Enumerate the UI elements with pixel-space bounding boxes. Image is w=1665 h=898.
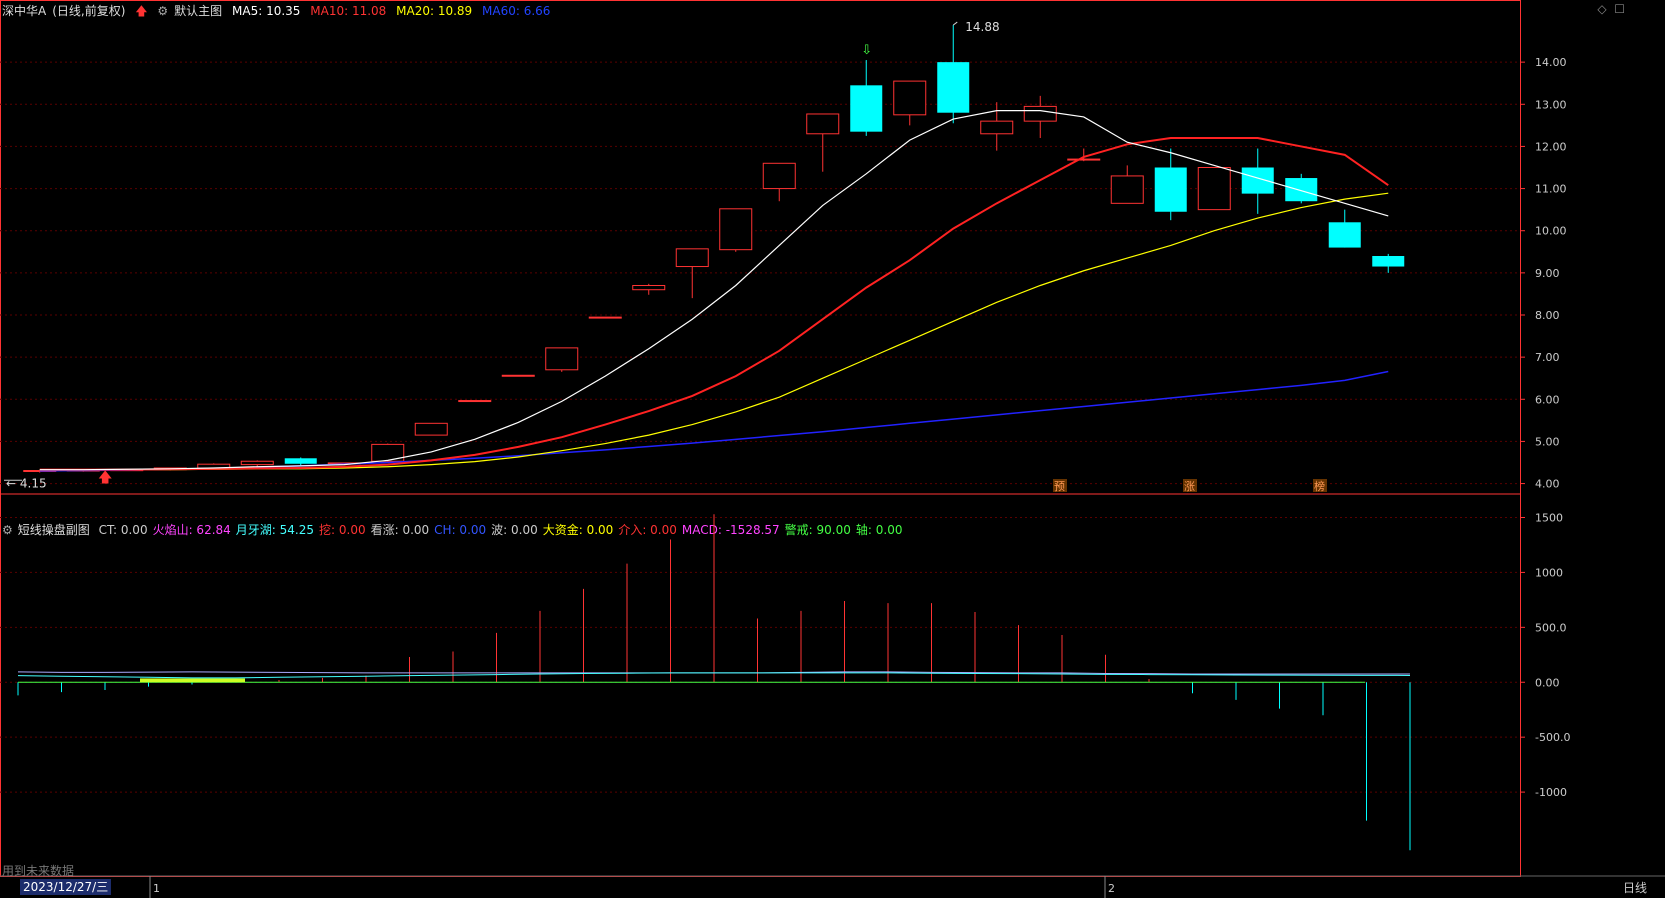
sub-tick-label: 0.00 <box>1535 676 1560 689</box>
candle-body-up <box>762 162 796 190</box>
price-tick-label: 7.00 <box>1535 351 1560 364</box>
buy-arrow-icon: 🡅 <box>98 470 112 486</box>
price-tick-label: 14.00 <box>1535 56 1567 69</box>
high-label: 14.88 <box>965 20 999 34</box>
candle-body-down <box>1372 256 1405 267</box>
date-cursor-label: 2023/12/27/三 <box>20 879 112 895</box>
candle-body-down <box>284 458 317 464</box>
candle-body-up <box>588 316 622 319</box>
candle-body-up <box>719 208 753 251</box>
candle-body-up <box>458 400 492 403</box>
candle-body-up <box>1197 167 1231 211</box>
price-tick-label: 13.00 <box>1535 98 1567 111</box>
candle-body-up <box>414 422 448 436</box>
event-marker: 预 <box>1054 480 1065 493</box>
period-label[interactable]: 日线 <box>1623 879 1647 896</box>
price-tick-label: 6.00 <box>1535 393 1560 406</box>
candle-body-down <box>937 62 970 113</box>
candle-body-up <box>893 80 927 116</box>
month-label: 2 <box>1108 882 1115 895</box>
ma20-line <box>39 192 1389 471</box>
candle-body-up <box>632 285 666 291</box>
candle-body-up <box>1067 158 1101 161</box>
candle-body-up <box>1110 175 1144 204</box>
sub-tick-label: -500.0 <box>1535 731 1570 744</box>
sub-tick-label: 500.0 <box>1535 621 1567 634</box>
candle-body-up <box>806 113 840 135</box>
candle-body-down <box>1285 178 1318 202</box>
sub-tick-label: 1500 <box>1535 511 1563 524</box>
sub-tick-label: -1000 <box>1535 786 1567 799</box>
candle-body-down <box>1154 167 1187 212</box>
candle-body-up <box>1023 105 1057 122</box>
candle-body-up <box>240 460 274 466</box>
candle-body-up <box>980 120 1014 135</box>
price-tick-label: 5.00 <box>1535 435 1560 448</box>
price-tick-label: 11.00 <box>1535 183 1567 196</box>
candle-body-up <box>501 374 535 377</box>
candle-body-up <box>545 347 579 371</box>
price-tick-label: 9.00 <box>1535 267 1560 280</box>
price-tick-label: 4.00 <box>1535 478 1560 491</box>
price-tick-label: 12.00 <box>1535 140 1567 153</box>
event-marker: 涨 <box>1184 480 1195 493</box>
sub-tick-label: 1000 <box>1535 566 1563 579</box>
chart-frame <box>0 0 1521 877</box>
candle-body-down <box>1328 222 1361 248</box>
big-capital-block <box>140 678 245 683</box>
high-pointer <box>952 21 958 26</box>
future-data-notice: 用到未来数据 <box>2 864 75 878</box>
candle-body-up <box>675 248 709 268</box>
chart-area[interactable]: 14.0013.0012.0011.0010.009.008.007.006.0… <box>0 0 1665 898</box>
candle-body-down <box>850 85 883 132</box>
sell-arrow-icon: ⇩ <box>861 43 872 58</box>
month-label: 1 <box>153 882 160 895</box>
price-tick-label: 10.00 <box>1535 225 1567 238</box>
ma5-line <box>39 110 1389 471</box>
low-label: ← 4.15 <box>6 476 47 490</box>
event-marker: 榜 <box>1314 479 1325 493</box>
candle-body-down <box>1241 167 1274 194</box>
price-tick-label: 8.00 <box>1535 309 1560 322</box>
